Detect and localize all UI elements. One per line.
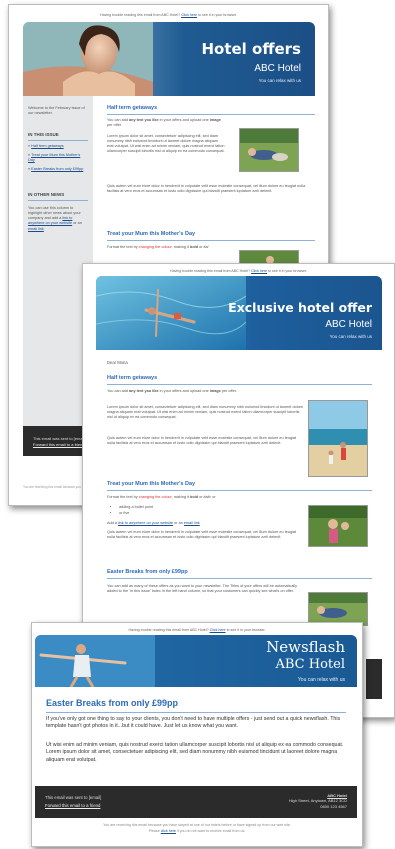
offer-body-text: Lorem ipsum dolor sit amet, consectetuer… <box>107 134 225 154</box>
jumping-woman-image <box>35 635 155 687</box>
forward-link[interactable]: Forward this email to a friend <box>33 442 85 447</box>
footer-bar: This email was sent to [email] Forward t… <box>35 786 357 818</box>
pool-swimmer-image <box>96 276 246 350</box>
issue-links: » Half term getaways » Treat your Mum th… <box>28 144 84 171</box>
footer-sent-text: This email was sent to [email] <box>33 436 86 441</box>
address-street: High Street, Anytown, AB12 3CD <box>288 798 347 804</box>
offer-heading-half-term: Half term getaways <box>107 105 158 111</box>
beach-children-photo <box>308 400 368 477</box>
forward-link[interactable]: Forward this email to a friend <box>45 803 100 808</box>
bullet-list: adding a bullet point or five <box>107 504 153 516</box>
family-picnic-photo <box>239 128 299 172</box>
banner-title: Hotel offers <box>201 40 301 58</box>
banner-brand: ABC Hotel <box>275 657 345 672</box>
offer-heading-mothers-day: Treat your Mum this Mother's Day <box>107 231 196 237</box>
offer-body-text: Lorem ipsum dolor sit amet, consectetuer… <box>107 405 304 420</box>
in-this-issue-heading: IN THIS ISSUE <box>28 132 59 137</box>
offer-body-text-3: Quis autem vel eum iriure dolor in hendr… <box>107 530 297 540</box>
unsubscribe-link[interactable]: click here <box>161 829 176 833</box>
sidebar-welcome-text: Welcome to the February issue of our new… <box>28 106 85 116</box>
click-here-link[interactable]: Click here <box>181 13 197 17</box>
issue-link-mothers-day[interactable]: Treat your Mum this Mother's Day <box>28 153 80 162</box>
banner-brand: ABC Hotel <box>254 63 301 74</box>
hotel-address: ABC Hotel High Street, Anytown, AB12 3CD… <box>289 793 347 809</box>
address-phone: 0800 123 4567 <box>320 803 347 809</box>
banner-title: Newsflash <box>266 638 345 656</box>
mother-daughter-photo <box>308 505 368 547</box>
newsflash-paragraph-2: Ut wisi enim ad minim veniam, quis nostr… <box>46 742 344 763</box>
easter-offer-text: You can add as many of these offers as y… <box>107 584 298 594</box>
newsflash-heading: Easter Breaks from only £99pp <box>46 698 179 708</box>
greeting: Dear Mona <box>107 360 128 365</box>
format-text: Format the text by changing the colour, … <box>107 495 216 499</box>
banner-tagline: You can relax with us <box>258 78 301 83</box>
other-news-heading: IN OTHER NEWS <box>28 192 65 197</box>
family-picnic-photo <box>308 592 368 626</box>
website-link[interactable]: link to anywhere on your website <box>118 521 173 525</box>
newsletter-preview-newsflash: Having trouble reading this email from A… <box>31 622 363 847</box>
banner-hotel-offers: Hotel offers ABC Hotel You can relax wit… <box>23 22 315 96</box>
divider <box>107 114 315 115</box>
unsubscribe-note: Please click here if you do not want to … <box>148 829 246 833</box>
offer-heading-easter: Easter Breaks from only £99pp <box>107 569 188 575</box>
browser-link-notice: Having trouble reading this email from A… <box>169 269 308 273</box>
issue-link-easter[interactable]: Easter Breaks from only £99pp <box>31 167 83 171</box>
click-here-link[interactable]: Click here <box>210 628 226 632</box>
divider <box>107 384 372 385</box>
divider <box>28 140 88 141</box>
add-link-text: Add a link to anywhere on your website o… <box>107 521 200 525</box>
email-link[interactable]: email link <box>184 521 200 525</box>
format-text: Format the text by changing the colour, … <box>107 245 209 249</box>
divider <box>28 200 88 201</box>
list-item: or five <box>119 510 153 516</box>
footer-bar-partial <box>366 659 382 699</box>
banner-exclusive-offer: Exclusive hotel offer ABC Hotel You can … <box>96 276 382 350</box>
offer-body-text-2: Quis autem vel eum iriure dolor in hendr… <box>107 184 306 194</box>
divider <box>107 240 315 241</box>
divider <box>107 578 372 579</box>
woman-portrait-image <box>23 22 153 96</box>
banner-tagline: You can relax with us <box>329 334 372 339</box>
footer-sent-text: This email was sent to [email] <box>45 795 102 800</box>
browser-link-notice: Having trouble reading this email from A… <box>128 628 266 632</box>
banner-newsflash: Newsflash ABC Hotel You can relax with u… <box>35 635 357 687</box>
banner-title: Exclusive hotel offer <box>228 300 372 315</box>
issue-link-half-term[interactable]: Half term getaways <box>31 144 64 148</box>
divider <box>107 490 372 491</box>
offer-body-text-2: Quis autem vel eum iriure dolor in hendr… <box>107 436 297 446</box>
email-link[interactable]: email link <box>28 227 44 231</box>
click-here-link[interactable]: Click here <box>251 269 267 273</box>
footer-note: You are receiving this email because you… <box>103 823 291 827</box>
banner-tagline: You can relax with us <box>297 677 345 683</box>
offer-intro-text: You can add any text you like in your of… <box>107 118 221 128</box>
offer-heading-half-term: Half term getaways <box>107 375 158 381</box>
offer-heading-mothers-day: Treat your Mum this Mother's Day <box>107 481 196 487</box>
other-news-text: You can use this column to highlight oth… <box>28 206 82 231</box>
newsflash-paragraph-1: If you've only got one thing to say to y… <box>46 716 341 730</box>
banner-brand: ABC Hotel <box>325 319 372 330</box>
browser-link-notice: Having trouble reading this email from A… <box>99 13 238 17</box>
offer-intro-text: You can add any text you like in your of… <box>107 389 237 393</box>
divider <box>46 712 346 713</box>
